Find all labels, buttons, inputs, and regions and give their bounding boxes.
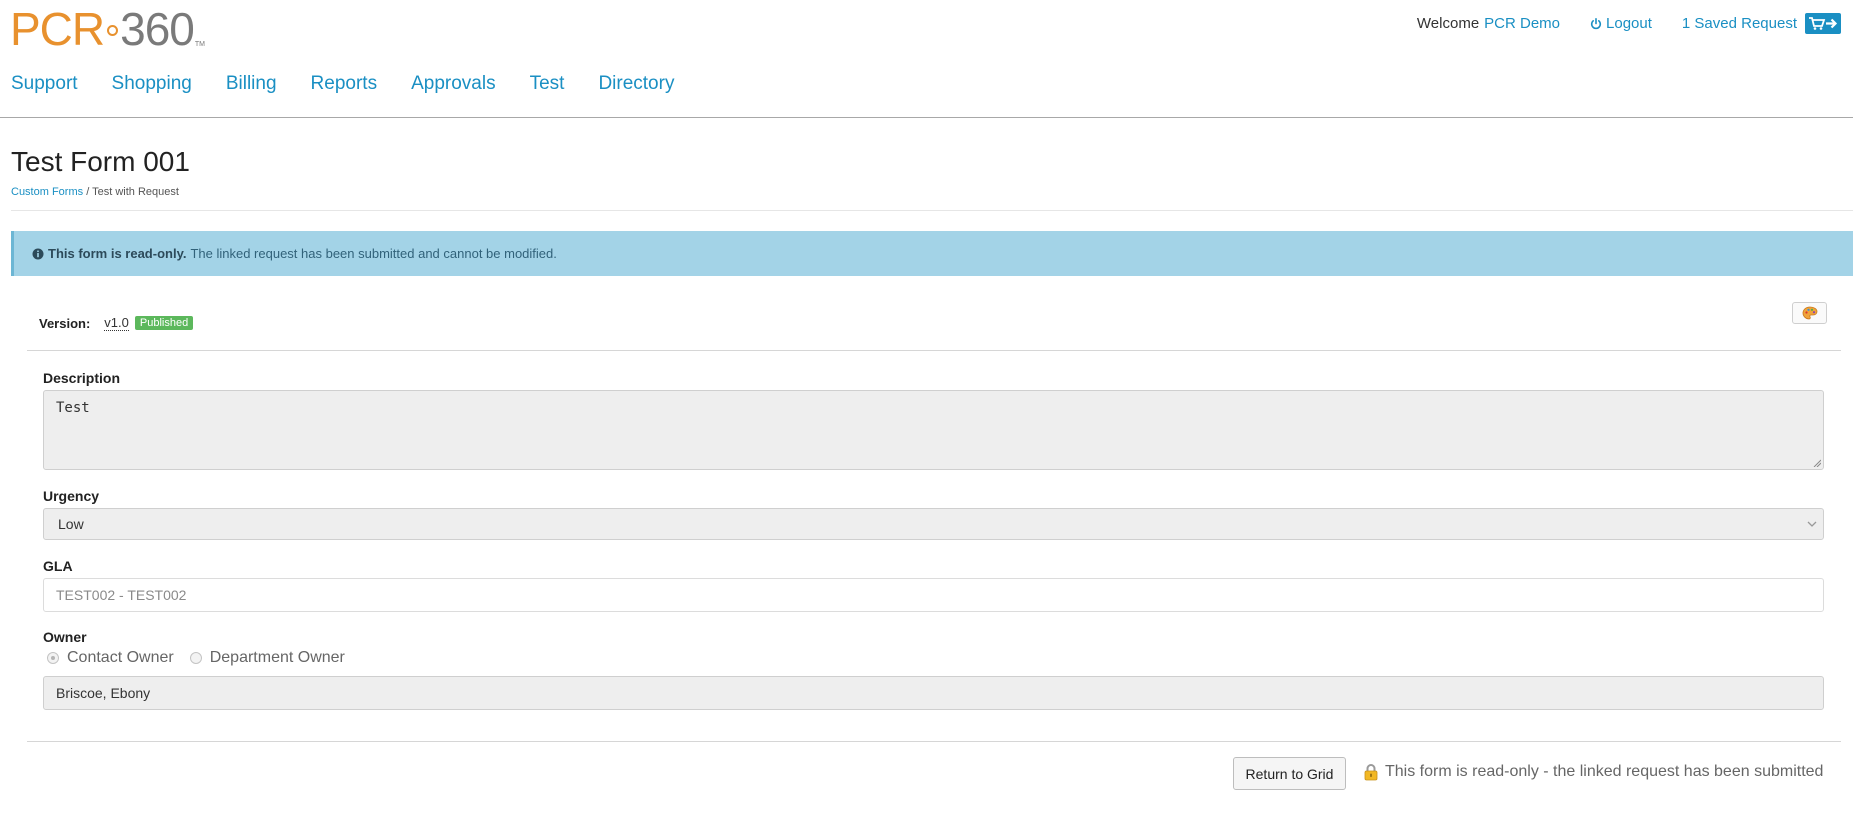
owner-label: Owner (43, 629, 87, 645)
urgency-label: Urgency (43, 488, 100, 504)
nav-directory[interactable]: Directory (598, 73, 674, 95)
breadcrumb-custom-forms[interactable]: Custom Forms (11, 186, 83, 198)
alert-text: The linked request has been submitted an… (190, 246, 557, 261)
palette-icon (1802, 306, 1817, 320)
logo-dot (107, 25, 119, 36)
description-value: Test (56, 400, 90, 416)
urgency-select[interactable]: Low (43, 508, 1824, 540)
breadcrumb-divider (11, 210, 1853, 211)
nav-approvals[interactable]: Approvals (411, 73, 496, 95)
logo-text: PCR (10, 3, 105, 55)
description-textarea[interactable]: Test (43, 390, 1824, 470)
contact-owner-radio[interactable] (47, 652, 59, 664)
lock-icon (1364, 764, 1378, 781)
readonly-note: This form is read-only - the linked requ… (1363, 763, 1823, 781)
breadcrumb: Custom Forms / Test with Request (11, 186, 179, 198)
nav-billing[interactable]: Billing (226, 73, 277, 95)
welcome-text: Welcome (1416, 15, 1480, 32)
user-menu: Welcome PCR Demo Logout 1 Saved Request (1417, 13, 1841, 34)
logo-trademark: TM (194, 41, 205, 48)
chevron-down-icon (1807, 521, 1817, 527)
gla-label: GLA (43, 558, 73, 574)
theme-button[interactable] (1792, 302, 1827, 324)
main-nav: Support Shopping Billing Reports Approva… (11, 73, 708, 95)
readonly-alert: This form is read-only. The linked reque… (11, 231, 1853, 276)
status-badge: Published (134, 316, 194, 330)
pcr360-logo[interactable]: PCR 360 TM (10, 6, 205, 52)
nav-support[interactable]: Support (11, 73, 78, 95)
owner-value: Briscoe, Ebony (56, 685, 151, 701)
section-divider-top (27, 350, 1841, 351)
return-to-grid-button[interactable]: Return to Grid (1233, 757, 1346, 790)
urgency-value: Low (58, 516, 84, 532)
info-icon (32, 248, 44, 259)
breadcrumb-current: Test with Request (92, 186, 179, 198)
cart-button[interactable] (1805, 13, 1841, 34)
gla-placeholder: TEST002 - TEST002 (56, 587, 187, 603)
breadcrumb-separator: / (86, 186, 90, 198)
logout-label: Logout (1606, 15, 1652, 32)
owner-type-radios: Contact Owner Department Owner (47, 649, 345, 667)
gla-input[interactable]: TEST002 - TEST002 (43, 578, 1824, 612)
nav-shopping[interactable]: Shopping (112, 73, 192, 95)
alert-strong: This form is read-only. (48, 246, 187, 261)
nav-reports[interactable]: Reports (311, 73, 378, 95)
section-divider-bottom (27, 741, 1841, 742)
nav-divider (0, 117, 1853, 118)
contact-owner-label: Contact Owner (67, 649, 174, 666)
department-owner-label: Department Owner (209, 649, 345, 666)
readonly-note-text: This form is read-only - the linked requ… (1385, 763, 1824, 780)
logo-number: 360 (120, 3, 195, 55)
page-title: Test Form 001 (11, 146, 190, 177)
version-value: v1.0 (104, 315, 129, 331)
version-label: Version: (39, 315, 91, 331)
department-owner-radio[interactable] (189, 652, 202, 664)
version-row: Version: v1.0 Published (39, 315, 194, 331)
logout-link[interactable]: Logout (1590, 15, 1652, 32)
user-name-link[interactable]: PCR Demo (1484, 15, 1560, 32)
cart-icon (1809, 17, 1838, 30)
saved-request-link[interactable]: 1 Saved Request (1682, 15, 1797, 32)
nav-test[interactable]: Test (530, 73, 565, 95)
power-icon (1590, 17, 1602, 29)
owner-input[interactable]: Briscoe, Ebony (43, 676, 1824, 710)
resize-handle-icon[interactable] (1813, 459, 1821, 467)
description-label: Description (43, 370, 121, 386)
